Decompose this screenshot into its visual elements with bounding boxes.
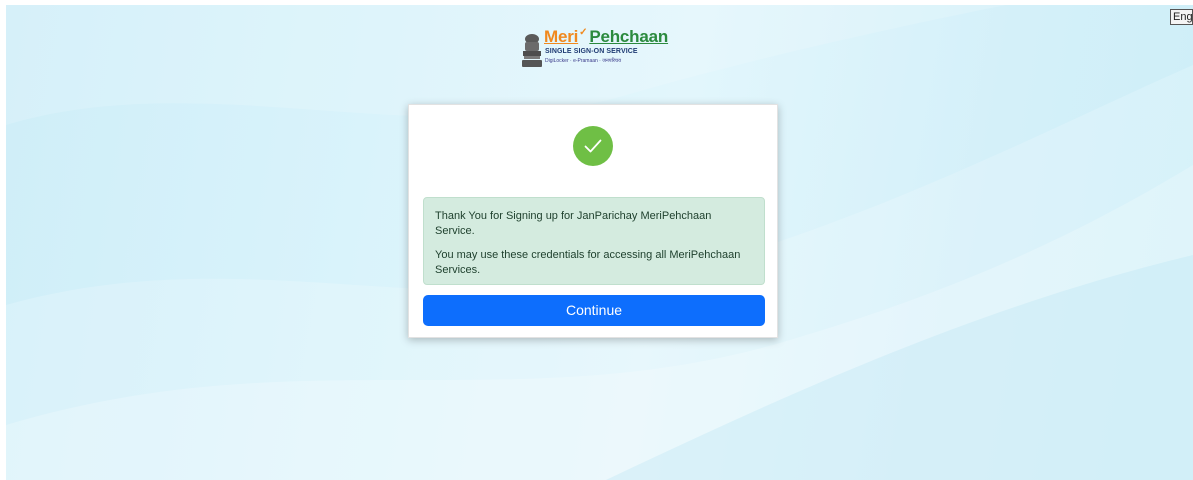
- brand-title: Meri✓ Pehchaan: [544, 27, 668, 47]
- brand-partners: DigiLocker · e-Pramaan · जनपरिचय: [545, 58, 621, 64]
- brand-tagline: SINGLE SIGN-ON SERVICE: [545, 48, 638, 55]
- national-emblem-icon: [522, 34, 542, 67]
- brand-mark-icon: ✓: [579, 27, 588, 38]
- success-message-alert: Thank You for Signing up for JanParichay…: [423, 197, 765, 285]
- success-message-line1: Thank You for Signing up for JanParichay…: [435, 210, 712, 237]
- signup-success-card: Thank You for Signing up for JanParichay…: [408, 104, 778, 338]
- success-message-line2: You may use these credentials for access…: [435, 249, 741, 276]
- brand-name-part1: Meri: [544, 27, 579, 46]
- continue-button[interactable]: Continue: [423, 295, 765, 326]
- meripehchaan-logo: Meri✓ Pehchaan SINGLE SIGN-ON SERVICE Dig…: [521, 27, 668, 73]
- brand-name-part2: Pehchaan: [589, 27, 669, 46]
- check-circle-icon: [573, 126, 613, 166]
- language-select[interactable]: English: [1170, 9, 1193, 25]
